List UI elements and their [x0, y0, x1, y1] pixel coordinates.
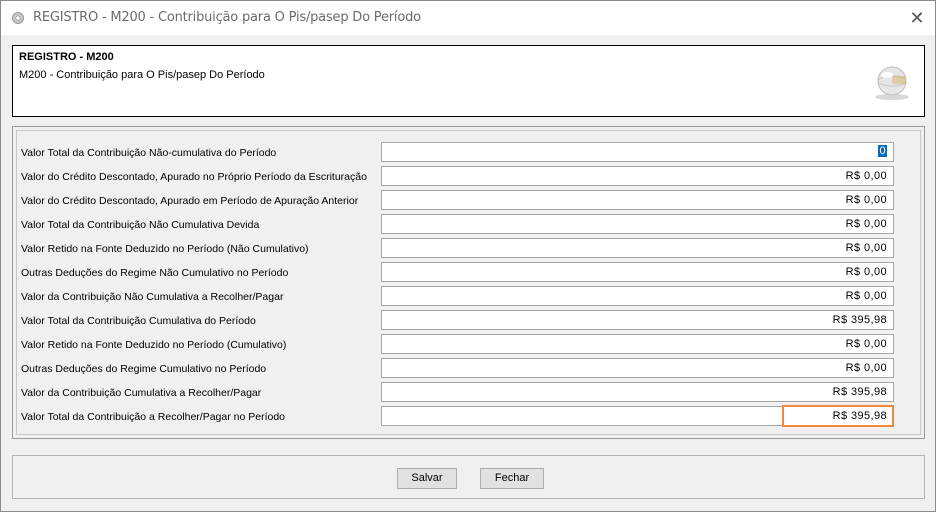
value-input[interactable]: R$ 395,98 [381, 405, 894, 427]
field-value: R$ 395,98 [832, 314, 887, 326]
field-label: Outras Deduções do Regime Cumulativo no … [21, 363, 267, 375]
value-input[interactable]: R$ 0,00 [381, 214, 894, 234]
field-label: Valor Retido na Fonte Deduzido no Períod… [21, 243, 309, 255]
field-value: R$ 0,00 [845, 362, 887, 374]
value-input[interactable]: R$ 0,00 [381, 190, 894, 210]
field-row: Valor Retido na Fonte Deduzido no Períod… [21, 334, 901, 354]
button-bar: Salvar Fechar [12, 455, 925, 499]
value-input[interactable]: 0 [381, 142, 894, 162]
close-button[interactable]: Fechar [480, 468, 544, 489]
register-title: REGISTRO - M200 [19, 51, 114, 63]
field-label: Outras Deduções do Regime Não Cumulativo… [21, 267, 289, 279]
globe-logo-icon [875, 66, 909, 100]
header-panel: REGISTRO - M200 M200 - Contribuição para… [12, 45, 925, 117]
field-label: Valor Total da Contribuição a Recolher/P… [21, 411, 286, 423]
field-row: Valor Retido na Fonte Deduzido no Períod… [21, 238, 901, 258]
field-label: Valor da Contribuição Não Cumulativa a R… [21, 291, 284, 303]
form-panel: Valor Total da Contribuição Não-cumulati… [12, 126, 925, 439]
field-label: Valor Total da Contribuição Não-cumulati… [21, 147, 277, 159]
field-label: Valor Retido na Fonte Deduzido no Períod… [21, 339, 287, 351]
value-input[interactable]: R$ 0,00 [381, 358, 894, 378]
highlight-box [782, 405, 894, 427]
field-row: Valor Total da Contribuição a Recolher/P… [21, 405, 901, 427]
field-row: Valor do Crédito Descontado, Apurado em … [21, 190, 901, 210]
value-input[interactable]: R$ 395,98 [381, 382, 894, 402]
value-input[interactable]: R$ 395,98 [381, 310, 894, 330]
field-value: R$ 0,00 [845, 242, 887, 254]
field-row: Outras Deduções do Regime Não Cumulativo… [21, 262, 901, 282]
value-input[interactable]: R$ 0,00 [381, 334, 894, 354]
value-input[interactable]: R$ 0,00 [381, 262, 894, 282]
save-button[interactable]: Salvar [397, 468, 457, 489]
value-input[interactable]: R$ 0,00 [381, 238, 894, 258]
field-label: Valor da Contribuição Cumulativa a Recol… [21, 387, 262, 399]
field-row: Valor do Crédito Descontado, Apurado no … [21, 166, 901, 186]
title-bar: REGISTRO - M200 - Contribuição para O Pi… [1, 1, 935, 35]
field-row: Outras Deduções do Regime Cumulativo no … [21, 358, 901, 378]
field-value: R$ 0,00 [845, 266, 887, 278]
field-row: Valor Total da Contribuição Não Cumulati… [21, 214, 901, 234]
field-label: Valor Total da Contribuição Cumulativa d… [21, 315, 256, 327]
field-value: R$ 0,00 [845, 290, 887, 302]
field-value: 0 [878, 145, 887, 157]
register-subtitle: M200 - Contribuição para O Pis/pasep Do … [19, 69, 265, 81]
field-value: R$ 0,00 [845, 338, 887, 350]
field-value: R$ 0,00 [845, 218, 887, 230]
window-title: REGISTRO - M200 - Contribuição para O Pi… [33, 10, 421, 25]
field-row: Valor da Contribuição Cumulativa a Recol… [21, 382, 901, 402]
value-input[interactable]: R$ 0,00 [381, 166, 894, 186]
field-value: R$ 0,00 [845, 194, 887, 206]
field-row: Valor Total da Contribuição Cumulativa d… [21, 310, 901, 330]
field-value: R$ 0,00 [845, 170, 887, 182]
field-row: Valor da Contribuição Não Cumulativa a R… [21, 286, 901, 306]
field-value: R$ 395,98 [832, 386, 887, 398]
field-label: Valor do Crédito Descontado, Apurado em … [21, 195, 359, 207]
close-icon[interactable]: ✕ [905, 6, 929, 30]
field-row: Valor Total da Contribuição Não-cumulati… [21, 142, 901, 162]
field-label: Valor Total da Contribuição Não Cumulati… [21, 219, 260, 231]
value-input[interactable]: R$ 0,00 [381, 286, 894, 306]
dialog-window: REGISTRO - M200 - Contribuição para O Pi… [0, 0, 936, 512]
field-label: Valor do Crédito Descontado, Apurado no … [21, 171, 367, 183]
gear-icon [12, 12, 24, 24]
